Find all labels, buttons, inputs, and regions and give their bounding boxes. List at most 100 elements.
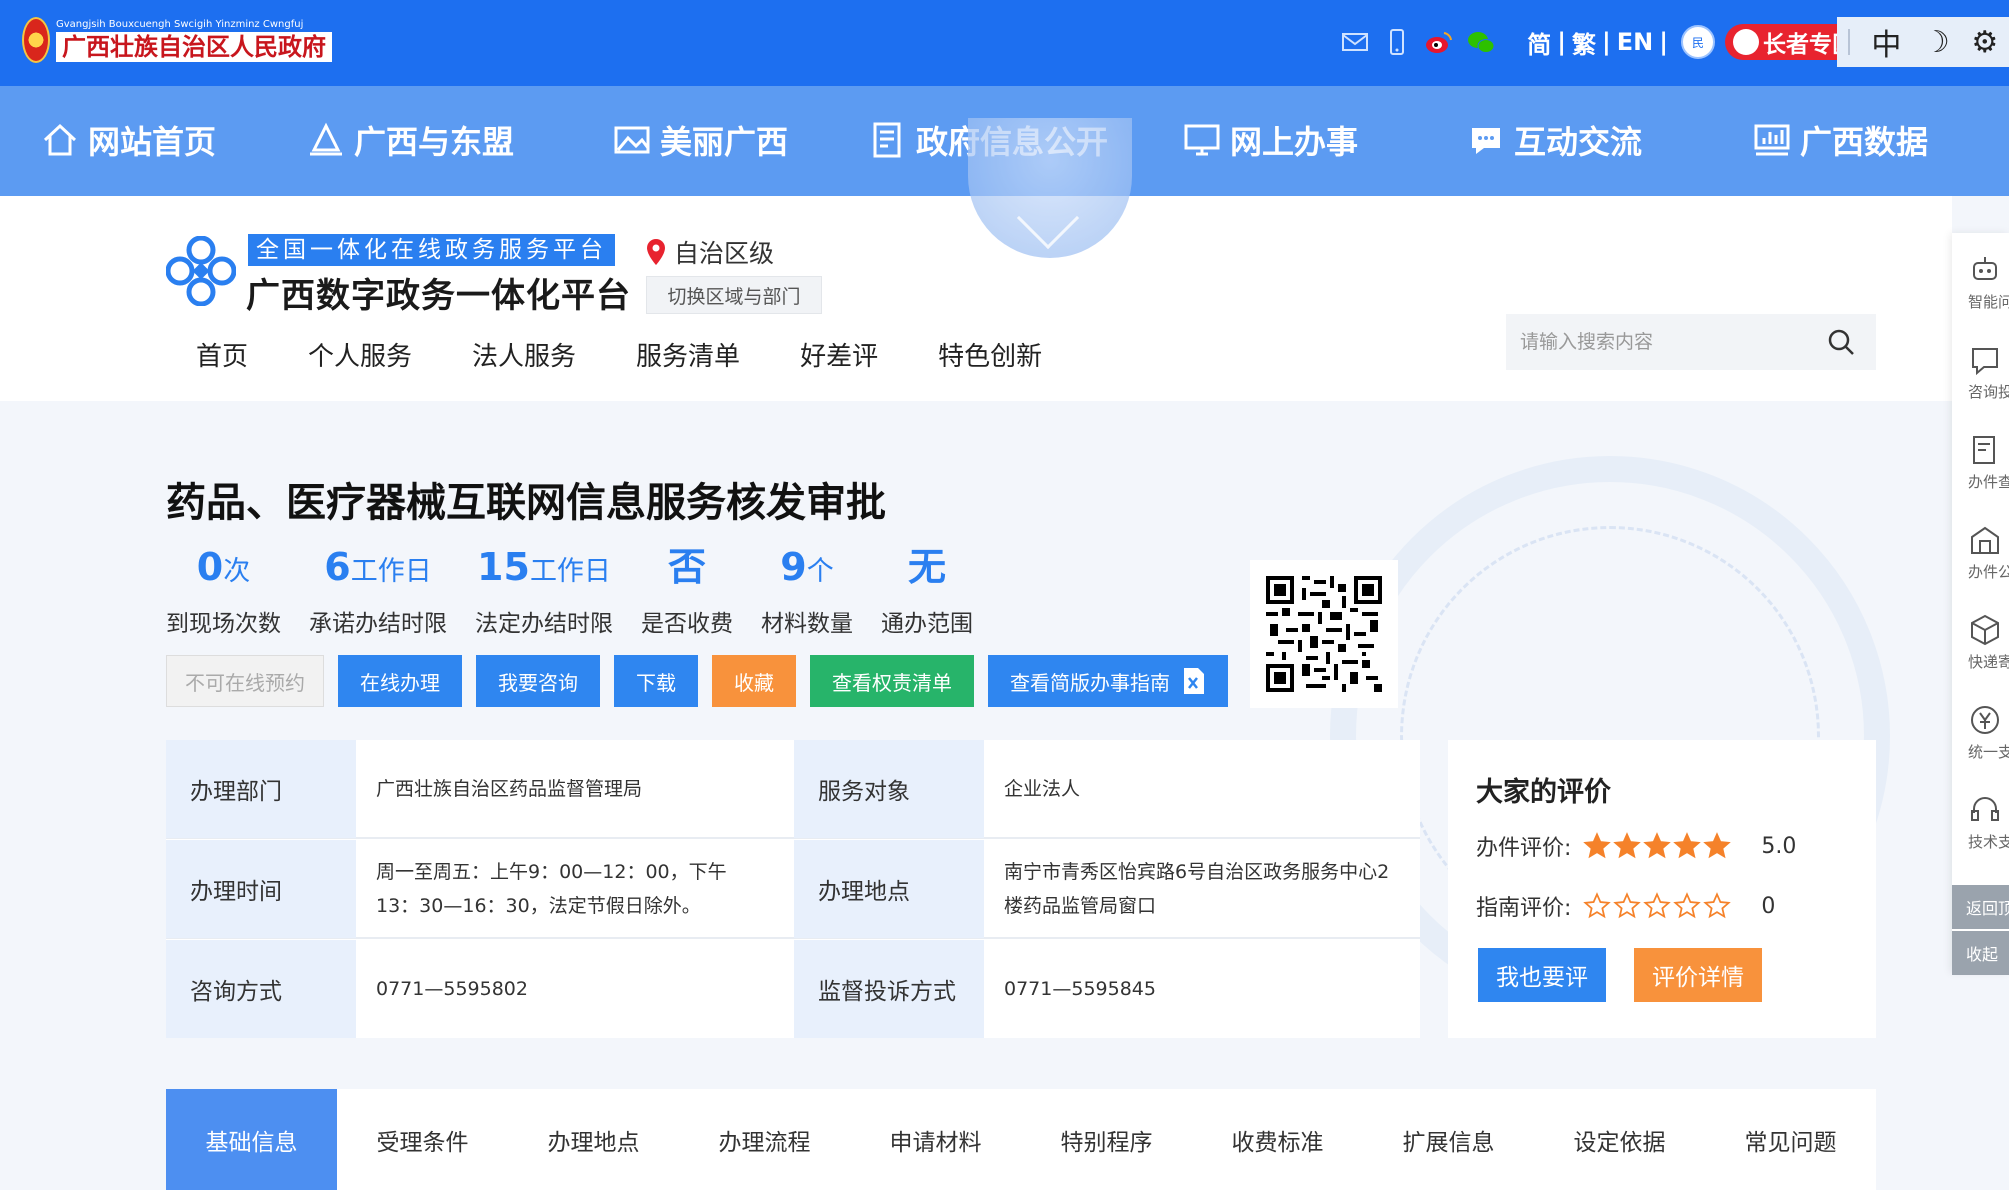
- time-value: 周一至周五：上午9：00—12：00，下午13：30—16：30，法定节假日除外…: [376, 861, 727, 917]
- rights-list-button[interactable]: 查看权责清单: [810, 655, 974, 707]
- nav-label: 美丽广西: [660, 123, 789, 161]
- nav-interaction[interactable]: 互动交流: [1466, 117, 1642, 163]
- tab-extended-info[interactable]: 扩展信息: [1363, 1089, 1534, 1190]
- chinese-language-toggle[interactable]: 中: [1871, 20, 1901, 64]
- lang-english[interactable]: EN: [1617, 28, 1653, 56]
- nav-guangxi-data[interactable]: 广西数据: [1752, 117, 1928, 163]
- lang-simplified[interactable]: 简: [1527, 25, 1551, 60]
- lang-traditional[interactable]: 繁: [1572, 25, 1596, 60]
- region-label: 自治区级: [674, 239, 775, 268]
- lang-separator: |: [1557, 28, 1566, 56]
- float-label: 统一支付: [1968, 743, 2009, 761]
- consult-button[interactable]: 我要咨询: [476, 655, 600, 707]
- stat-value: 0: [196, 545, 224, 589]
- qr-code-icon: [1266, 576, 1382, 692]
- nav-home[interactable]: 网站首页: [40, 117, 216, 163]
- stat-value: 9: [780, 545, 807, 589]
- nav-label: 网站首页: [88, 123, 217, 161]
- nav-label: 网上办事: [1230, 123, 1359, 161]
- float-label: 办件查询: [1968, 473, 2009, 491]
- platform-logo-icon: [166, 236, 236, 306]
- table-row: 办理时间 周一至周五：上午9：00—12：00，下午13：30—16：30，法定…: [166, 840, 1420, 939]
- star-filled-icon: [1643, 832, 1672, 859]
- float-payment[interactable]: 统一支付: [1952, 703, 2009, 762]
- guide-rating-row: 指南评价: 0: [1476, 890, 1775, 922]
- stat-label: 通办范围: [881, 611, 973, 637]
- stat-label: 是否收费: [641, 611, 733, 637]
- tab-special-procedures[interactable]: 特别程序: [1021, 1089, 1192, 1190]
- yuan-payment-icon: [1971, 706, 1999, 734]
- floating-service-bar: 智能问答 咨询投诉 办件查询 办件公示 快递寄送 统一支付 技术支持 返回顶部 …: [1952, 233, 2009, 975]
- star-empty-icon: [1673, 892, 1702, 919]
- rating-title: 大家的评价: [1476, 777, 1611, 808]
- star-filled-icon: [1583, 832, 1612, 859]
- float-label: 快递寄送: [1968, 653, 2009, 671]
- work-rating-label: 办件评价:: [1476, 836, 1572, 861]
- stat-label: 材料数量: [761, 611, 853, 637]
- subnav-innovation[interactable]: 特色创新: [938, 336, 1042, 373]
- float-query[interactable]: 办件查询: [1952, 433, 2009, 492]
- weibo-icon[interactable]: [1424, 27, 1454, 57]
- consult-label: 咨询方式: [166, 940, 356, 1038]
- target-label: 服务对象: [794, 740, 984, 838]
- tab-location[interactable]: 办理地点: [508, 1089, 679, 1190]
- platform-subnav: 首页 个人服务 法人服务 服务清单 好差评 特色创新: [196, 336, 1102, 373]
- switch-region-button[interactable]: 切换区域与部门: [646, 276, 822, 314]
- tab-acceptance-conditions[interactable]: 受理条件: [337, 1089, 508, 1190]
- mail-icon[interactable]: [1340, 27, 1370, 57]
- monitor-icon: [1184, 124, 1220, 156]
- back-to-top-button[interactable]: 返回顶部: [1952, 885, 2009, 929]
- favorite-button[interactable]: 收藏: [712, 655, 796, 707]
- tab-basic-info[interactable]: 基础信息: [166, 1089, 337, 1190]
- wechat-icon[interactable]: [1466, 27, 1496, 57]
- chat-bubble-icon: [1972, 348, 1998, 376]
- float-tech-support[interactable]: 技术支持: [1952, 793, 2009, 852]
- rate-button[interactable]: 我也要评: [1478, 948, 1606, 1002]
- subnav-service-list[interactable]: 服务清单: [636, 336, 740, 373]
- collapse-sidebar-button[interactable]: 收起: [1952, 931, 2009, 975]
- accessibility-toolbar: 中 ☽ ⚙: [1837, 17, 2009, 67]
- tab-process[interactable]: 办理流程: [679, 1089, 850, 1190]
- qr-code: [1250, 560, 1398, 708]
- subnav-evaluation[interactable]: 好差评: [800, 336, 878, 373]
- simple-guide-button[interactable]: 查看简版办事指南: [988, 655, 1228, 707]
- stat-unit: 个: [806, 556, 834, 587]
- settings-gear-icon[interactable]: ⚙: [1971, 25, 1998, 60]
- download-button[interactable]: 下载: [614, 655, 698, 707]
- dark-mode-icon[interactable]: ☽: [1923, 25, 1950, 60]
- complaint-label: 监督投诉方式: [794, 940, 984, 1038]
- tab-legal-basis[interactable]: 设定依据: [1534, 1089, 1705, 1190]
- search-icon[interactable]: [1826, 327, 1856, 357]
- float-consult[interactable]: 咨询投诉: [1952, 343, 2009, 402]
- home-icon: [43, 123, 77, 156]
- online-apply-button[interactable]: 在线办理: [338, 655, 462, 707]
- subnav-personal-services[interactable]: 个人服务: [308, 336, 412, 373]
- nav-beautiful-guangxi[interactable]: 美丽广西: [612, 117, 788, 163]
- tab-faq[interactable]: 常见问题: [1705, 1089, 1876, 1190]
- no-online-booking-button: 不可在线预约: [166, 655, 324, 707]
- float-smart-qa[interactable]: 智能问答: [1952, 253, 2009, 312]
- search-input[interactable]: [1506, 314, 1826, 370]
- tab-fee-standard[interactable]: 收费标准: [1192, 1089, 1363, 1190]
- subnav-home[interactable]: 首页: [196, 336, 248, 373]
- elder-mode-button[interactable]: 长者专区: [1725, 24, 1837, 60]
- nav-online-services[interactable]: 网上办事: [1182, 117, 1358, 163]
- document-search-icon: [1973, 436, 1995, 464]
- simple-guide-label: 查看简版办事指南: [1010, 670, 1170, 695]
- subnav-legal-entity-services[interactable]: 法人服务: [472, 336, 576, 373]
- minzu-language-icon[interactable]: 民: [1681, 25, 1715, 59]
- gov-logo[interactable]: Gvangjsih Bouxcuengh Swcigih Yinzminz Cw…: [22, 16, 332, 64]
- language-switcher: 简 | 繁 | EN |: [1524, 25, 1671, 60]
- consult-value: 0771—5595802: [376, 978, 528, 1000]
- float-label: 咨询投诉: [1968, 383, 2009, 401]
- platform-title: 广西数字政务一体化平台: [246, 276, 631, 316]
- nav-guangxi-asean[interactable]: 广西与东盟: [306, 117, 514, 163]
- float-express[interactable]: 快递寄送: [1952, 613, 2009, 672]
- table-row: 咨询方式 0771—5595802 监督投诉方式 0771—5595845: [166, 940, 1420, 1039]
- float-label: 办件公示: [1968, 563, 2009, 581]
- rating-detail-button[interactable]: 评价详情: [1634, 948, 1762, 1002]
- elder-mode-label: 长者专区: [1763, 32, 1837, 58]
- float-publicity[interactable]: 办件公示: [1952, 523, 2009, 582]
- mobile-icon[interactable]: [1382, 27, 1412, 57]
- tab-materials[interactable]: 申请材料: [850, 1089, 1021, 1190]
